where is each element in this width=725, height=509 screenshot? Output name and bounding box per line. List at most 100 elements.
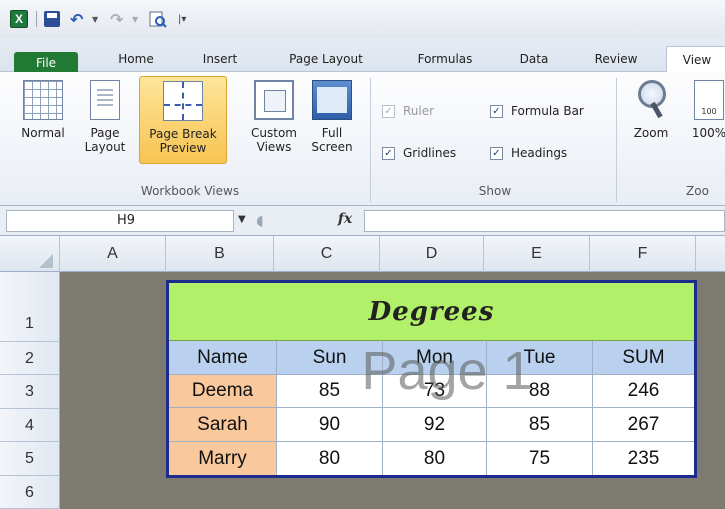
quick-access-toolbar: X ↶ ▼ ↷ ▼ |▾: [0, 0, 725, 38]
table-cell[interactable]: 88: [487, 375, 593, 408]
page-layout-view-button[interactable]: Page Layout: [80, 76, 130, 154]
column-header-a[interactable]: A: [60, 236, 166, 272]
tab-insert[interactable]: Insert: [188, 46, 252, 72]
formula-bar-check-icon: ✓: [490, 104, 503, 118]
formula-bar: H9 ▼ ◖ fx: [0, 206, 725, 236]
group-separator: [616, 78, 617, 202]
table-cell[interactable]: 92: [383, 408, 487, 442]
gridlines-check-icon: ✓: [382, 146, 395, 160]
tab-data[interactable]: Data: [510, 46, 558, 72]
headings-checkbox[interactable]: ✓ Headings: [490, 146, 567, 160]
group-label-workbook-views: Workbook Views: [140, 184, 240, 198]
select-all-button[interactable]: [0, 236, 60, 272]
zoom-button[interactable]: Zoom: [626, 76, 676, 140]
cell-name-sarah[interactable]: Sarah: [169, 408, 277, 442]
custom-views-button[interactable]: Custom Views: [250, 76, 298, 154]
full-screen-button[interactable]: Full Screen: [306, 76, 358, 154]
full-screen-icon: [312, 80, 352, 120]
column-header-e[interactable]: E: [484, 236, 590, 272]
page-break-preview-icon: [163, 81, 203, 121]
headings-label: Headings: [511, 146, 568, 160]
app-logo: X: [10, 10, 28, 28]
cell-name-marry[interactable]: Marry: [169, 442, 277, 475]
tab-review[interactable]: Review: [584, 46, 648, 72]
row-header-4[interactable]: 4: [0, 409, 60, 442]
formula-bar-label: Formula Bar: [511, 104, 584, 118]
redo-dropdown-icon[interactable]: ▼: [132, 10, 138, 28]
undo-dropdown-icon[interactable]: ▼: [92, 10, 98, 28]
table-cell[interactable]: 235: [593, 442, 694, 475]
ruler-checkbox[interactable]: ✓ Ruler: [382, 104, 434, 118]
name-box[interactable]: H9: [6, 210, 234, 232]
tab-home[interactable]: Home: [108, 46, 164, 72]
table-cell[interactable]: 85: [487, 408, 593, 442]
print-preview-icon[interactable]: [148, 10, 168, 28]
cell-name-deema[interactable]: Deema: [169, 375, 277, 408]
header-name[interactable]: Name: [169, 341, 277, 375]
zoom-100-button[interactable]: 100 100%: [684, 76, 725, 140]
table-cell[interactable]: 73: [383, 375, 487, 408]
tab-file[interactable]: File: [14, 52, 78, 74]
column-header-d[interactable]: D: [380, 236, 484, 272]
tab-page-layout[interactable]: Page Layout: [276, 46, 376, 72]
redo-icon[interactable]: ↷: [110, 10, 123, 29]
row-header-5[interactable]: 5: [0, 442, 60, 476]
row-header-6[interactable]: 6: [0, 476, 60, 509]
normal-view-label: Normal: [21, 126, 65, 140]
gridlines-checkbox[interactable]: ✓ Gridlines: [382, 146, 456, 160]
column-header-f[interactable]: F: [590, 236, 696, 272]
header-sun[interactable]: Sun: [277, 341, 383, 375]
qat-separator: [35, 11, 37, 27]
row-header-2[interactable]: 2: [0, 342, 60, 375]
header-tue[interactable]: Tue: [487, 341, 593, 375]
undo-icon[interactable]: ↶: [70, 10, 83, 29]
ribbon-tabs: File Home Insert Page Layout Formulas Da…: [0, 38, 725, 74]
row-header-1[interactable]: 1: [0, 272, 60, 342]
insert-function-icon[interactable]: fx: [332, 211, 358, 231]
gridlines-label: Gridlines: [403, 146, 457, 160]
column-header-b[interactable]: B: [166, 236, 274, 272]
zoom-label: Zoom: [633, 126, 669, 140]
page-break-label-1: Page Break: [149, 127, 217, 141]
normal-view-button[interactable]: Normal: [18, 76, 68, 140]
degrees-table: Degrees Name Sun Mon Tue SUM Deema 85 73…: [166, 280, 697, 478]
full-screen-label-1: Full: [321, 126, 343, 140]
headings-check-icon: ✓: [490, 146, 503, 160]
header-sum[interactable]: SUM: [593, 341, 694, 375]
group-label-show: Show: [478, 184, 512, 198]
page-break-preview-button[interactable]: Page Break Preview: [139, 76, 227, 164]
custom-views-label-1: Custom: [251, 126, 297, 140]
formula-bar-checkbox[interactable]: ✓ Formula Bar: [490, 104, 584, 118]
custom-views-icon: [254, 80, 294, 120]
header-mon[interactable]: Mon: [383, 341, 487, 375]
table-cell[interactable]: 267: [593, 408, 694, 442]
page-layout-label-1: Page: [90, 126, 120, 140]
group-label-zoom: Zoo: [686, 184, 709, 198]
save-icon[interactable]: [44, 10, 60, 28]
name-box-dropdown-icon[interactable]: ▼: [238, 214, 246, 225]
formula-cancel-icon[interactable]: ◖: [250, 210, 270, 232]
zoom-100-icon: 100: [694, 80, 724, 120]
table-title[interactable]: Degrees: [169, 283, 694, 341]
column-headers: A B C D E F: [0, 236, 725, 272]
column-header-c[interactable]: C: [274, 236, 380, 272]
table-cell[interactable]: 246: [593, 375, 694, 408]
table-cell[interactable]: 85: [277, 375, 383, 408]
zoom-100-label: 100%: [691, 126, 725, 140]
table-cell[interactable]: 80: [383, 442, 487, 475]
page-break-label-2: Preview: [159, 141, 207, 155]
customize-qat-icon[interactable]: |▾: [178, 10, 186, 28]
tab-view[interactable]: View: [666, 46, 725, 72]
table-cell[interactable]: 90: [277, 408, 383, 442]
table-cell[interactable]: 80: [277, 442, 383, 475]
excel-logo-icon[interactable]: X: [10, 10, 28, 28]
formula-input[interactable]: [364, 210, 725, 232]
row-header-3[interactable]: 3: [0, 375, 60, 409]
table-cell[interactable]: 75: [487, 442, 593, 475]
tab-formulas[interactable]: Formulas: [404, 46, 486, 72]
ribbon-view: Normal Page Layout Page Break Preview Cu…: [0, 72, 725, 206]
zoom-icon: [636, 80, 666, 120]
full-screen-label-2: Screen: [311, 140, 353, 154]
page-layout-icon: [90, 80, 120, 120]
group-separator: [370, 78, 371, 202]
